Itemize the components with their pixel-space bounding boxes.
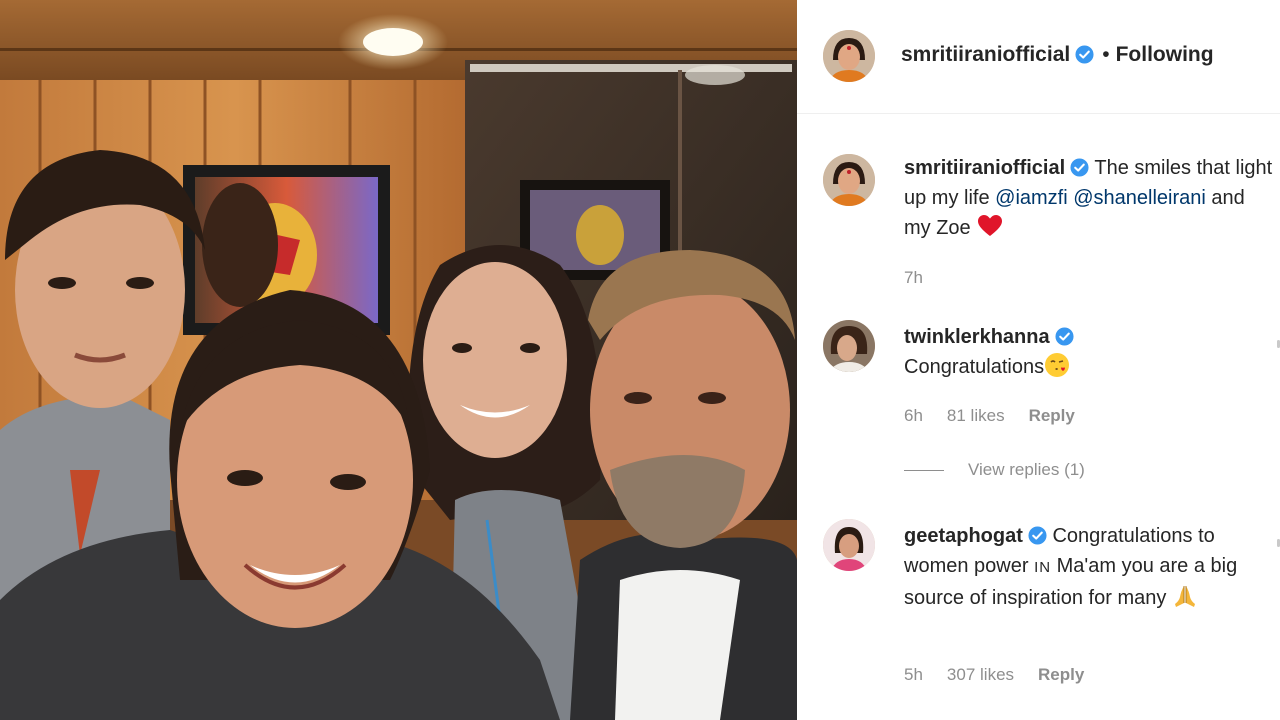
verified-badge-icon [1055,327,1074,346]
reply-button[interactable]: Reply [1029,406,1075,425]
avatar-image [823,519,875,571]
view-replies-label: View replies (1) [968,460,1085,479]
header-line: smritiiraniofficial • Following [901,43,1214,67]
family-selfie-image [0,0,797,720]
commenter-avatar[interactable] [823,320,875,372]
red-heart-icon [977,215,1002,236]
verified-badge-icon [1028,526,1047,545]
comment-time[interactable]: 5h [904,665,923,684]
avatar-image [823,154,875,206]
comment-text: twinklerkhanna Congratulations [904,322,1274,382]
post-header: smritiiraniofficial • Following [797,0,1280,114]
comment-meta: 6h 81 likes Reply [904,406,1099,426]
caption-time[interactable]: 7h [904,268,923,287]
separator-dot: • [1102,43,1110,66]
verified-badge-icon [1075,45,1094,64]
comment-likes[interactable]: 81 likes [947,406,1005,425]
folded-hands-icon [1174,586,1195,607]
view-replies-line [904,470,944,472]
comment-time[interactable]: 6h [904,406,923,425]
caption-author-avatar[interactable] [823,154,875,206]
caption-username[interactable]: smritiiraniofficial [904,157,1065,179]
mention-link[interactable]: @iamzfi [995,187,1068,209]
commenter-avatar[interactable] [823,519,875,571]
post-sidebar: smritiiraniofficial • Following smritiiran… [797,0,1280,720]
comment-small-caps: IN [1034,559,1052,576]
caption-text: smritiiraniofficial The smiles that ligh… [904,153,1274,243]
mention-link[interactable]: @shanelleirani [1073,187,1206,209]
face-blowing-kiss-icon [1045,353,1070,377]
caption-meta: 7h [904,268,947,288]
comment-username[interactable]: twinklerkhanna [904,326,1050,348]
author-avatar[interactable] [823,30,875,82]
comment-item: geetaphogat Congratulations to women pow… [797,519,1280,699]
comment-body: Congratulations [904,356,1045,378]
comment-text: geetaphogat Congratulations to women pow… [904,521,1274,613]
comment-likes[interactable]: 307 likes [947,665,1014,684]
comment-username[interactable]: geetaphogat [904,525,1023,547]
post-photo[interactable] [0,0,797,720]
author-username[interactable]: smritiiraniofficial [901,43,1070,66]
following-button[interactable]: Following [1116,43,1214,66]
avatar-image [823,320,875,372]
comment-meta: 5h 307 likes Reply [904,665,1108,685]
view-replies-button[interactable]: View replies (1) [904,460,1085,480]
verified-badge-icon [1070,158,1089,177]
comment-item: twinklerkhanna Congratulations 6h 81 like… [797,320,1280,495]
avatar-image [823,30,875,82]
reply-button[interactable]: Reply [1038,665,1084,684]
post-caption: smritiiraniofficial The smiles that ligh… [797,150,1280,300]
